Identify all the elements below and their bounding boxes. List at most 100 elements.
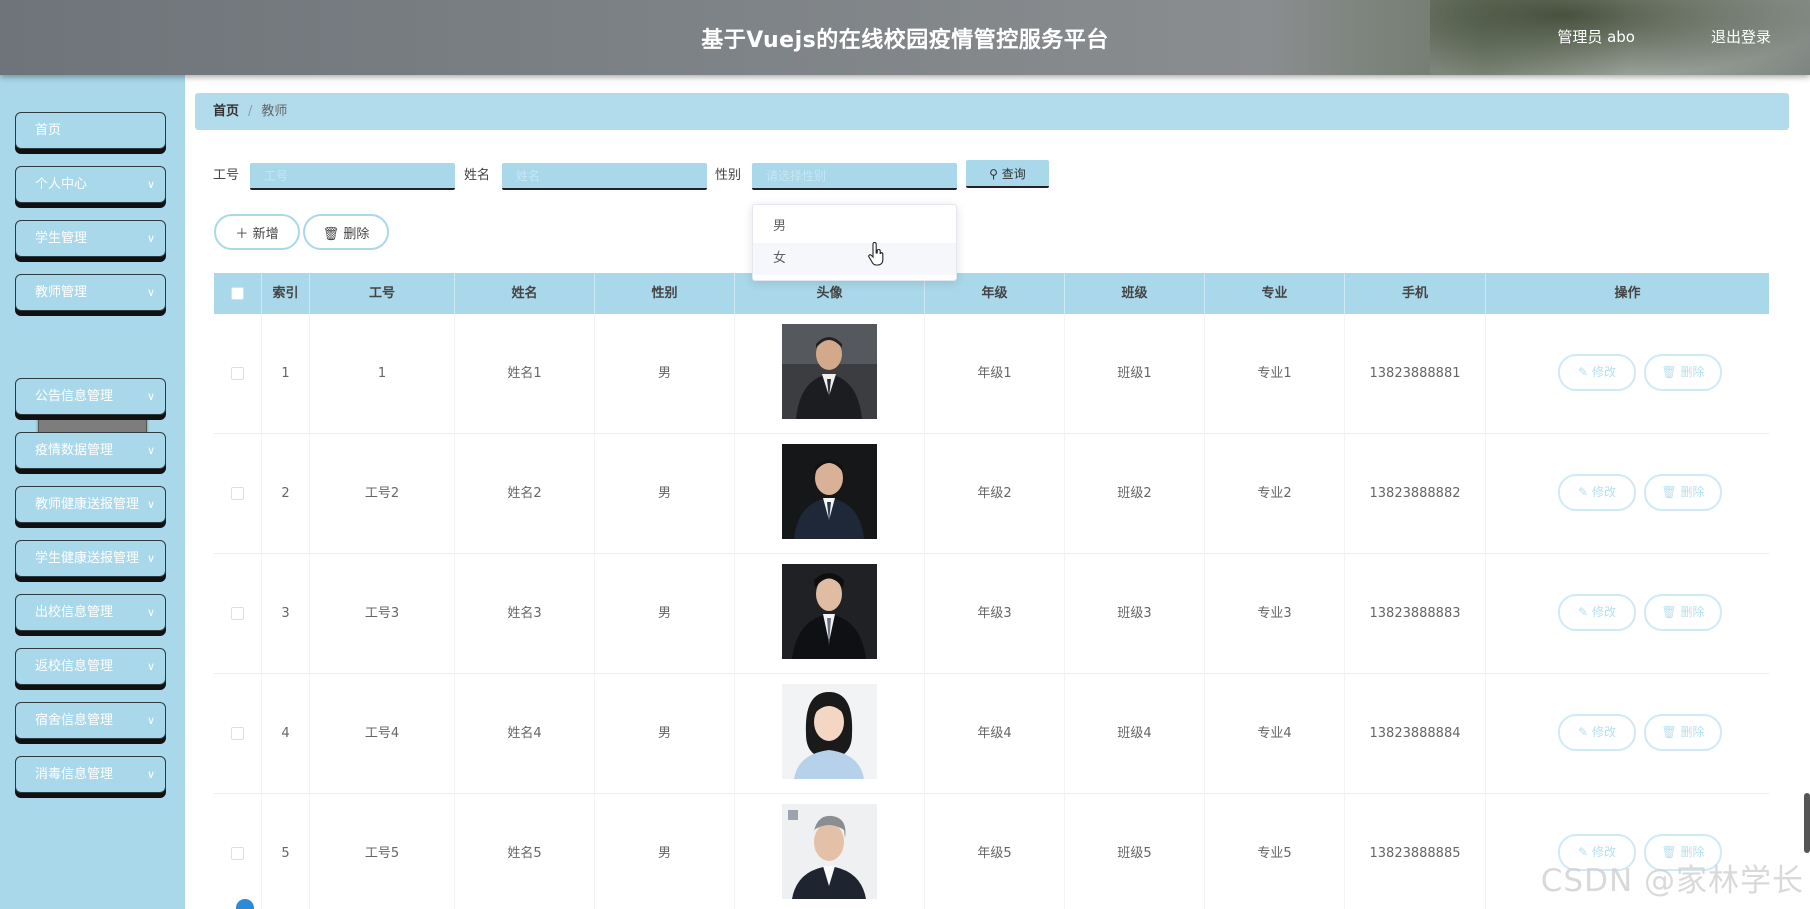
cell-grade: 年级2 — [925, 434, 1065, 554]
col-header-actions: 操作 — [1614, 286, 1641, 301]
cell-actions: ✎ 修改 🗑 删除 — [1486, 674, 1769, 794]
dropdown-option-male[interactable]: 男 — [753, 211, 956, 243]
avatar — [782, 804, 877, 899]
chevron-down-icon: ∨ — [146, 552, 155, 565]
delete-row-button[interactable]: 🗑 删除 — [1644, 594, 1722, 631]
sidebar-item-label: 教师健康送报管理 — [35, 497, 140, 512]
col-header-name: 姓名 — [455, 273, 595, 314]
row-checkbox[interactable] — [231, 487, 244, 500]
row-checkbox[interactable] — [231, 847, 244, 860]
edit-button[interactable]: ✎ 修改 — [1558, 714, 1636, 751]
chevron-down-icon: ∨ — [146, 444, 155, 457]
cell-phone: 13823888883 — [1345, 554, 1486, 674]
breadcrumb-separator: / — [248, 104, 253, 119]
cell-grade: 年级4 — [925, 674, 1065, 794]
delete-row-button[interactable]: 🗑 删除 — [1644, 714, 1722, 751]
filter-gender-label: 性别 — [715, 168, 742, 183]
row-checkbox[interactable] — [231, 607, 244, 620]
select-all-checkbox[interactable] — [231, 287, 244, 300]
add-button[interactable]: ＋ 新增 — [214, 214, 300, 250]
cell-major: 专业2 — [1205, 434, 1345, 554]
sidebar-item-label: 疫情数据管理 — [35, 443, 114, 458]
search-button[interactable]: ⚲ 查询 — [966, 160, 1049, 188]
trash-icon: 🗑 — [322, 226, 340, 242]
gonghao-input[interactable] — [250, 163, 455, 190]
row-checkbox[interactable] — [231, 727, 244, 740]
sidebar-item-profile[interactable]: 个人中心 ∨ — [15, 166, 166, 203]
edit-button[interactable]: ✎ 修改 — [1558, 594, 1636, 631]
cell-actions: ✎ 修改 🗑 删除 — [1486, 314, 1769, 434]
cell-avatar — [735, 314, 925, 434]
chevron-down-icon: ∨ — [146, 390, 155, 403]
chevron-down-icon: ∨ — [146, 768, 155, 781]
dropdown-option-female[interactable]: 女 — [753, 243, 956, 275]
hand-cursor-icon — [868, 242, 884, 266]
cell-major: 专业5 — [1205, 794, 1345, 909]
current-user-label: 管理员 abo — [1557, 28, 1635, 46]
cell-major: 专业1 — [1205, 314, 1345, 434]
gender-select[interactable] — [752, 163, 957, 190]
chevron-down-icon: ∨ — [146, 606, 155, 619]
cell-name: 姓名5 — [455, 794, 595, 909]
delete-row-button[interactable]: 🗑 删除 — [1644, 354, 1722, 391]
cell-class: 班级5 — [1065, 794, 1205, 909]
cell-index: 2 — [262, 434, 310, 554]
name-input[interactable] — [502, 163, 707, 190]
avatar — [782, 444, 877, 539]
page-scrollbar[interactable] — [1804, 793, 1810, 853]
edit-icon: ✎ — [1578, 365, 1589, 379]
batch-delete-button[interactable]: 🗑 删除 — [303, 214, 389, 250]
sidebar-item-disinfection[interactable]: 消毒信息管理 ∨ — [15, 756, 166, 793]
cell-phone: 13823888885 — [1345, 794, 1486, 909]
cell-phone: 13823888881 — [1345, 314, 1486, 434]
edit-button-label: 修改 — [1591, 725, 1616, 739]
cell-gonghao: 工号5 — [310, 794, 455, 909]
row-checkbox-cell — [214, 314, 262, 434]
cell-gonghao: 1 — [310, 314, 455, 434]
sidebar-item-label: 出校信息管理 — [35, 605, 114, 620]
col-header-gender: 性别 — [595, 273, 735, 314]
edit-button[interactable]: ✎ 修改 — [1558, 354, 1636, 391]
sidebar-item-notices[interactable]: 公告信息管理 ∨ — [15, 378, 166, 415]
trash-icon: 🗑 — [1661, 605, 1677, 619]
chevron-down-icon: ∨ — [146, 714, 155, 727]
avatar — [782, 564, 877, 659]
sidebar-item-student-health[interactable]: 学生健康送报管理 ∨ — [15, 540, 166, 577]
watermark: CSDN @家林学长 — [1540, 863, 1804, 899]
cell-gender: 男 — [595, 794, 735, 909]
sidebar-item-leave-campus[interactable]: 出校信息管理 ∨ — [15, 594, 166, 631]
page-title: 基于Vuejs的在线校园疫情管控服务平台 — [701, 28, 1109, 53]
delete-row-label: 删除 — [1680, 605, 1705, 619]
table-row: 2 工号2 姓名2 男 年级2 班级2 专业2 13823888882 ✎ 修改… — [214, 434, 1769, 554]
sidebar-item-label: 首页 — [35, 123, 62, 138]
sidebar-item-teacher-health[interactable]: 教师健康送报管理 ∨ — [15, 486, 166, 523]
delete-row-button[interactable]: 🗑 删除 — [1644, 474, 1722, 511]
sidebar-item-return-campus[interactable]: 返校信息管理 ∨ — [15, 648, 166, 685]
sidebar-item-dorm[interactable]: 宿舍信息管理 ∨ — [15, 702, 166, 739]
sidebar-item-label: 返校信息管理 — [35, 659, 114, 674]
trash-icon: 🗑 — [1661, 485, 1677, 499]
sidebar-item-label: 宿舍信息管理 — [35, 713, 114, 728]
gender-dropdown: 男 女 — [752, 204, 957, 281]
cell-phone: 13823888882 — [1345, 434, 1486, 554]
breadcrumb-current: 教师 — [261, 104, 288, 119]
cell-major: 专业3 — [1205, 554, 1345, 674]
top-header: 基于Vuejs的在线校园疫情管控服务平台 管理员 abo 退出登录 — [0, 0, 1810, 75]
sidebar-item-teachers[interactable]: 教师管理 ∨ — [15, 274, 166, 311]
sidebar-item-label: 教师管理 — [35, 285, 88, 300]
edit-button[interactable]: ✎ 修改 — [1558, 474, 1636, 511]
chevron-down-icon: ∨ — [146, 286, 155, 299]
delete-row-label: 删除 — [1680, 485, 1705, 499]
chevron-down-icon: ∨ — [146, 660, 155, 673]
cell-gonghao: 工号4 — [310, 674, 455, 794]
plus-icon: ＋ — [235, 226, 249, 242]
row-checkbox-cell — [214, 674, 262, 794]
sidebar-item-students[interactable]: 学生管理 ∨ — [15, 220, 166, 257]
col-header-class: 班级 — [1065, 273, 1205, 314]
sidebar-item-epidemic-data[interactable]: 疫情数据管理 ∨ — [15, 432, 166, 469]
row-checkbox[interactable] — [231, 367, 244, 380]
logout-link[interactable]: 退出登录 — [1711, 26, 1771, 47]
cell-grade: 年级5 — [925, 794, 1065, 909]
sidebar-item-home[interactable]: 首页 — [15, 112, 166, 149]
breadcrumb-home[interactable]: 首页 — [213, 104, 239, 119]
